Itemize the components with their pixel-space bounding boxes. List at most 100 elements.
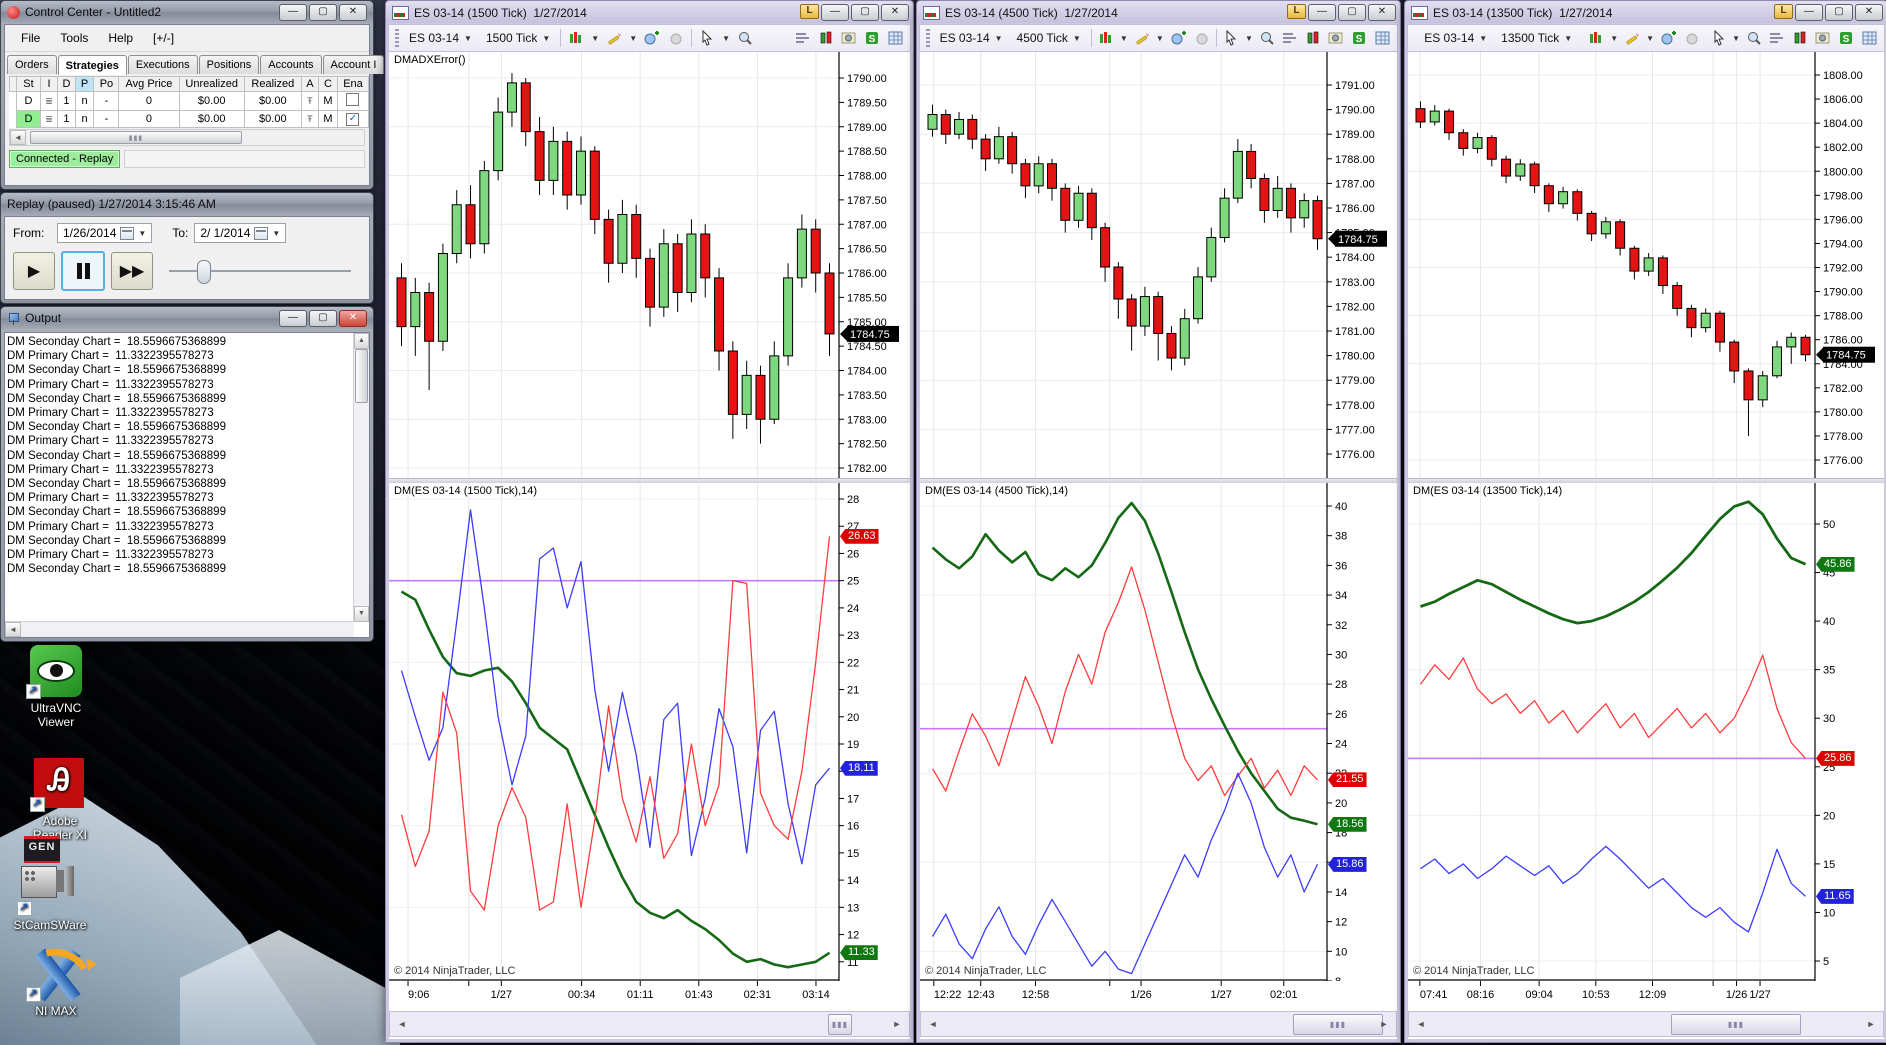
cell[interactable]: M: [317, 110, 338, 128]
cell[interactable]: n: [74, 110, 95, 128]
chart-titlebar[interactable]: ES 03-14 (13500 Tick) 1/27/2014 L — ▢ ✕: [1405, 1, 1886, 23]
cell[interactable]: -: [93, 110, 120, 128]
close-button[interactable]: ✕: [339, 3, 367, 21]
output-log[interactable]: DM Seconday Chart = 18.5596675368899 DM P…: [7, 335, 353, 621]
slider-thumb[interactable]: [197, 260, 211, 284]
cell[interactable]: ≣: [39, 110, 59, 128]
scroll-left-arrow-icon[interactable]: ◄: [5, 622, 21, 637]
desktop-icon-adobe-reader[interactable]: Ꭿ AdobeReader XI: [12, 758, 108, 842]
strategy-s-icon[interactable]: S: [1837, 29, 1855, 47]
toolbar-grip[interactable]: [395, 29, 399, 47]
column-header-realized[interactable]: Realized: [243, 76, 302, 92]
column-header-unrealized[interactable]: Unrealized: [178, 76, 245, 92]
indicator-chart[interactable]: 403836343230282624222018161412108: [920, 483, 1397, 981]
draw-pencil-icon[interactable]: [1134, 29, 1150, 47]
add-indicator-icon[interactable]: [1170, 29, 1188, 47]
link-button[interactable]: L: [1287, 4, 1306, 19]
enabled-checkbox[interactable]: ✓: [346, 113, 360, 126]
cell[interactable]: 1: [57, 110, 76, 128]
link-button[interactable]: L: [800, 4, 819, 19]
candlestick-chart[interactable]: 1791.00 1790.00 1789.00 1788.00 1787.00 1786.…: [920, 52, 1397, 478]
scrollbar-thumb[interactable]: ▮▮▮: [828, 1014, 852, 1035]
table-row[interactable]: D ≣ 1 n -0 $0.00 $0.00 Ŧ M ✓: [9, 110, 370, 128]
control-center-titlebar[interactable]: Control Center - Untitled2 — ▢ ✕: [1, 1, 373, 23]
instrument-selector[interactable]: ES 03-14 ▼: [936, 29, 1007, 47]
cell[interactable]: 0: [118, 91, 180, 111]
scroll-left-arrow-icon[interactable]: ◄: [10, 130, 26, 145]
minimize-button[interactable]: —: [821, 4, 849, 21]
strategy-s-icon[interactable]: S: [863, 29, 881, 47]
menu-plusminus[interactable]: [+/-]: [145, 29, 182, 47]
chart-horizontal-scrollbar[interactable]: ◄ ▮▮▮ ►: [389, 1011, 910, 1037]
scroll-up-arrow-icon[interactable]: ▲: [354, 333, 369, 349]
instrument-selector[interactable]: ES 03-14 ▼: [405, 29, 476, 47]
cell[interactable]: Ŧ: [300, 110, 319, 128]
interval-selector[interactable]: 13500 Tick ▼: [1497, 29, 1576, 47]
interval-selector[interactable]: 1500 Tick ▼: [482, 29, 554, 47]
menu-help[interactable]: Help: [100, 29, 141, 47]
calendar-icon[interactable]: [120, 226, 135, 240]
minimize-button[interactable]: —: [1308, 4, 1336, 21]
cell[interactable]: -: [93, 91, 120, 111]
to-date-field[interactable]: 2/ 1/2014 ▼: [194, 223, 287, 243]
maximize-button[interactable]: ▢: [309, 3, 337, 21]
cell[interactable]: $0.00: [243, 110, 302, 128]
strategy-s-icon[interactable]: S: [1350, 29, 1368, 47]
data-series-icon[interactable]: [1768, 29, 1786, 47]
snapshot-icon[interactable]: [840, 29, 858, 47]
tab-accounts[interactable]: Accounts: [260, 55, 322, 74]
remove-indicator-icon[interactable]: [1684, 29, 1700, 47]
table-horizontal-scrollbar[interactable]: ◄ ▮▮▮: [9, 129, 365, 146]
cell[interactable]: D: [16, 91, 41, 111]
table-row[interactable]: D ≣ 1 n -0 $0.00 $0.00 Ŧ M: [9, 91, 370, 111]
chart-horizontal-scrollbar[interactable]: ◄ ▮▮▮ ►: [1408, 1011, 1884, 1037]
grid-icon[interactable]: [1373, 29, 1391, 47]
indicator-panel[interactable]: DM(ES 03-14 (4500 Tick),14) © 2014 Ninja…: [920, 483, 1397, 981]
draw-pencil-icon[interactable]: [1624, 29, 1640, 47]
cell[interactable]: $0.00: [178, 91, 245, 111]
scrollbar-thumb[interactable]: ▮▮▮: [30, 131, 242, 144]
interval-selector[interactable]: 4500 Tick ▼: [1013, 29, 1085, 47]
chevron-down-icon[interactable]: ▼: [1646, 34, 1654, 43]
chart-trader-icon[interactable]: [1304, 29, 1322, 47]
strategies-table[interactable]: St I D P Po Avg Price Unrealized Realized A C Ena D…: [5, 76, 370, 128]
snapshot-icon[interactable]: [1327, 29, 1345, 47]
cell[interactable]: 0: [118, 110, 180, 128]
maximize-button[interactable]: ▢: [1825, 4, 1853, 21]
menu-file[interactable]: File: [13, 29, 48, 47]
scroll-down-arrow-icon[interactable]: ▼: [354, 606, 369, 622]
minimize-button[interactable]: —: [279, 3, 307, 21]
desktop-icon-ultravnc[interactable]: UltraVNCViewer: [8, 645, 104, 729]
scroll-right-arrow-icon[interactable]: ►: [1861, 1014, 1881, 1034]
remove-indicator-icon[interactable]: [667, 29, 685, 47]
enabled-checkbox[interactable]: [346, 93, 360, 106]
scroll-right-arrow-icon[interactable]: ►: [1374, 1014, 1394, 1034]
chart-titlebar[interactable]: ES 03-14 (4500 Tick) 1/27/2014 L — ▢ ✕: [917, 1, 1400, 23]
snapshot-icon[interactable]: [1814, 29, 1832, 47]
column-header-a[interactable]: A: [300, 76, 319, 92]
cursor-icon[interactable]: [698, 29, 716, 47]
link-button[interactable]: L: [1774, 4, 1793, 19]
indicator-chart[interactable]: 28272625242322212019181716151413121110: [389, 483, 910, 981]
column-header-st[interactable]: St: [16, 76, 41, 92]
cursor-icon[interactable]: [1223, 29, 1239, 47]
chevron-down-icon[interactable]: ▼: [138, 229, 146, 238]
pause-button[interactable]: [61, 251, 105, 291]
indicator-chart[interactable]: 5045403530252015105: [1408, 483, 1884, 981]
maximize-button[interactable]: ▢: [309, 309, 337, 327]
chart-style-icon[interactable]: [1588, 29, 1604, 47]
chevron-down-icon[interactable]: ▼: [1156, 34, 1164, 43]
chevron-down-icon[interactable]: ▼: [272, 229, 280, 238]
zoom-icon[interactable]: [1746, 29, 1762, 47]
scroll-right-arrow-icon[interactable]: ►: [887, 1014, 907, 1034]
cell[interactable]: ≣: [39, 91, 59, 111]
tab-executions[interactable]: Executions: [127, 55, 198, 74]
chart-trader-icon[interactable]: [817, 29, 835, 47]
column-header-i[interactable]: I: [39, 76, 59, 92]
menu-tools[interactable]: Tools: [52, 29, 96, 47]
chevron-down-icon[interactable]: ▼: [629, 34, 637, 43]
add-indicator-icon[interactable]: [643, 29, 661, 47]
price-panel[interactable]: 1791.00 1790.00 1789.00 1788.00 1787.00 1786.…: [920, 52, 1397, 478]
zoom-icon[interactable]: [736, 29, 754, 47]
calendar-icon[interactable]: [254, 226, 269, 240]
